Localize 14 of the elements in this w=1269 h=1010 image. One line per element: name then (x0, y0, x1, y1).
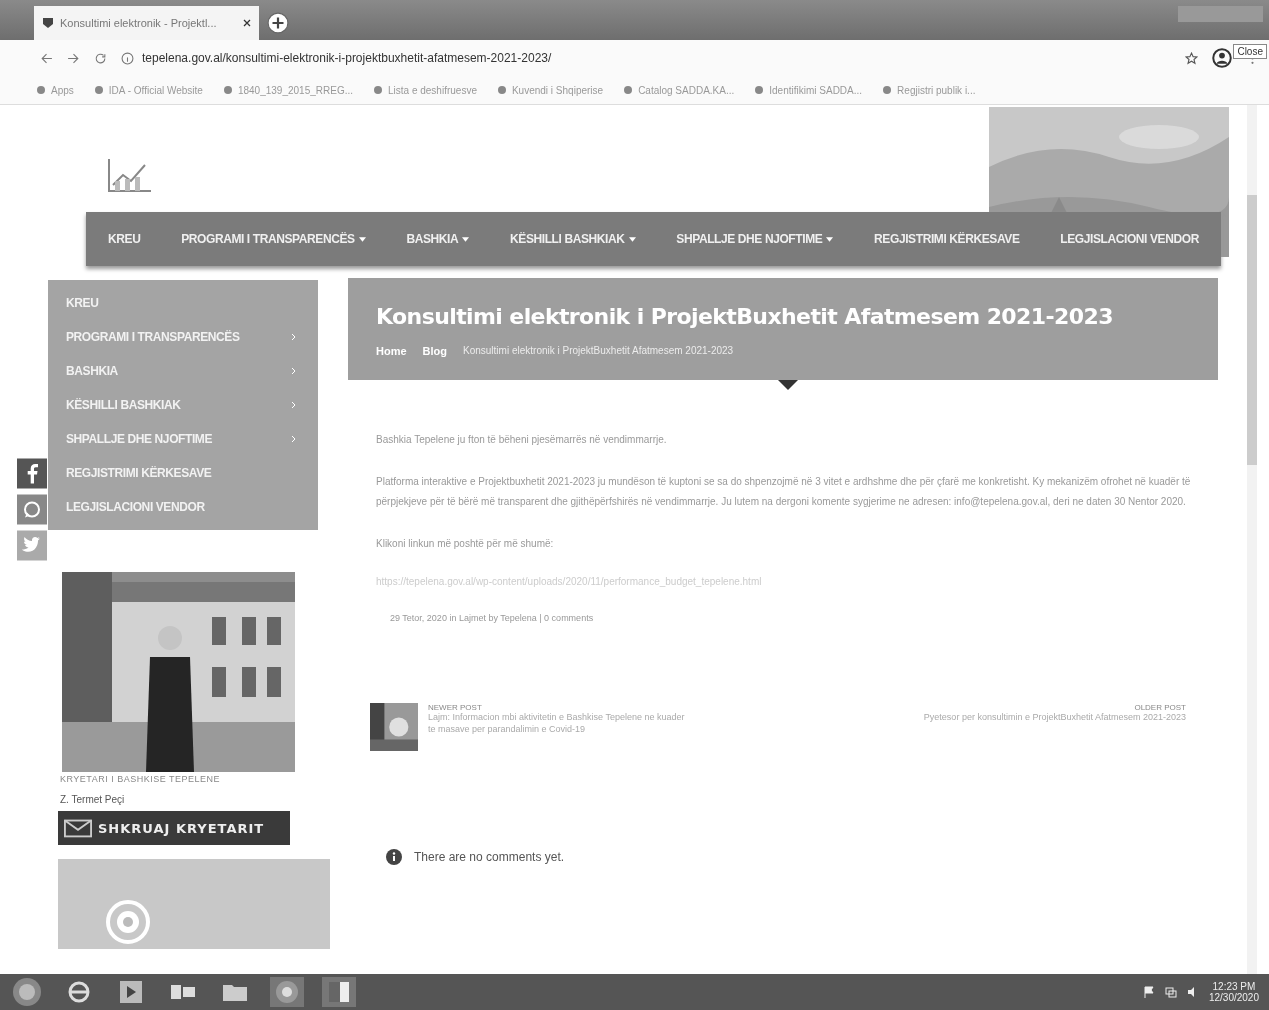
photo-caption: KRYETARI I BASHKISE TEPELENE (60, 774, 222, 784)
paragraph: Klikoni linkun më poshtë për më shumë: (376, 537, 555, 551)
no-comments-message: There are no comments yet. (414, 850, 565, 864)
breadcrumb-current: Konsultimi elektronik i ProjektBuxhetit Afatmesem 2021-2023 (463, 345, 734, 357)
clock-date: 12/30/2020 (1208, 992, 1259, 1003)
tooltip: Close (1233, 44, 1267, 59)
mayor-name: Z. Termet Peçi (60, 794, 126, 805)
clock-time: 12:23 PM (1212, 981, 1256, 992)
post-title: Konsultimi elektronik i ProjektBuxhetit Afatmesem 2021-2023 (376, 304, 1114, 329)
older-post-label: OLDER POST (1133, 703, 1186, 712)
paragraph: Platforma interaktive e Projektbuxhetit 2021-2023 ju mundëson të kuptoni se sa do shpenzojmë në 3 vitet e ardhshme dhe për çfarë me konkretisht. Ky mekanizëm ofrohet në kuadër të përpjekjeve për të bërë më transparent dhe gjithëpërfshirës në vendimmarrje. Ju lutem na dergoni komente sygjerime ne adresen: info@tepelena.gov.al, deri ne daten 30 Nentor 2020. (376, 475, 1192, 509)
newer-post-label: NEWER POST (428, 703, 483, 712)
paragraph: Bashkia Tepelene ju fton të bëheni pjesëmarrës në vendimmarrje. (376, 433, 668, 447)
post-meta: 29 Tetor, 2020 in Lajmet by Tepelena | 0 comments (390, 613, 595, 623)
